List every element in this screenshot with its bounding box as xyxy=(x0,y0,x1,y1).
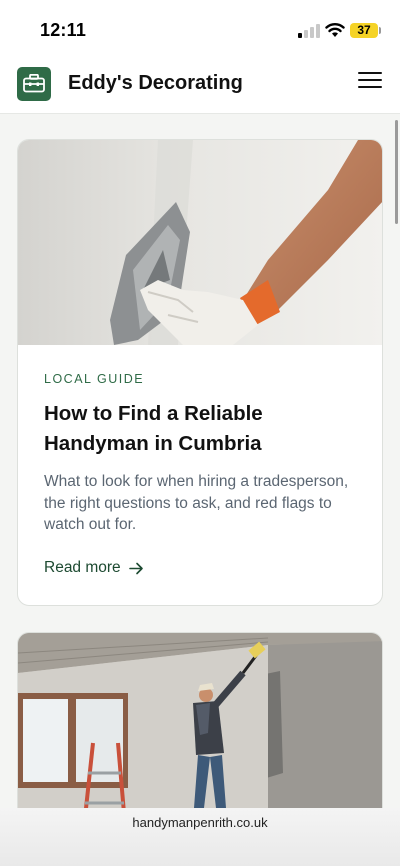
post-title[interactable]: How to Find a Reliable Handyman in Cumbr… xyxy=(44,399,364,459)
scrollbar[interactable] xyxy=(395,120,398,224)
post-card[interactable]: LOCAL GUIDE How to Find a Reliable Handy… xyxy=(17,139,383,606)
toolbox-icon[interactable] xyxy=(17,67,51,101)
url-text[interactable]: handymanpenrith.co.uk xyxy=(0,815,400,830)
browser-address-bar[interactable]: handymanpenrith.co.uk xyxy=(0,808,400,866)
status-bar: 12:11 37 xyxy=(0,0,400,62)
battery-icon: 37 xyxy=(350,23,378,38)
battery-cap xyxy=(379,27,381,34)
site-title[interactable]: Eddy's Decorating xyxy=(68,72,243,95)
site-header: Eddy's Decorating xyxy=(0,62,400,114)
post-image[interactable] xyxy=(18,140,382,345)
hamburger-menu-icon[interactable] xyxy=(358,72,382,92)
wifi-icon xyxy=(325,23,345,37)
post-excerpt: What to look for when hiring a tradesper… xyxy=(44,473,349,533)
read-more-label: Read more xyxy=(44,559,121,576)
status-time: 12:11 xyxy=(40,20,87,40)
arrow-right-icon xyxy=(128,562,143,574)
cellular-signal-icon xyxy=(298,24,320,38)
post-category: LOCAL GUIDE xyxy=(44,372,145,386)
read-more-link[interactable]: Read more xyxy=(44,559,144,577)
